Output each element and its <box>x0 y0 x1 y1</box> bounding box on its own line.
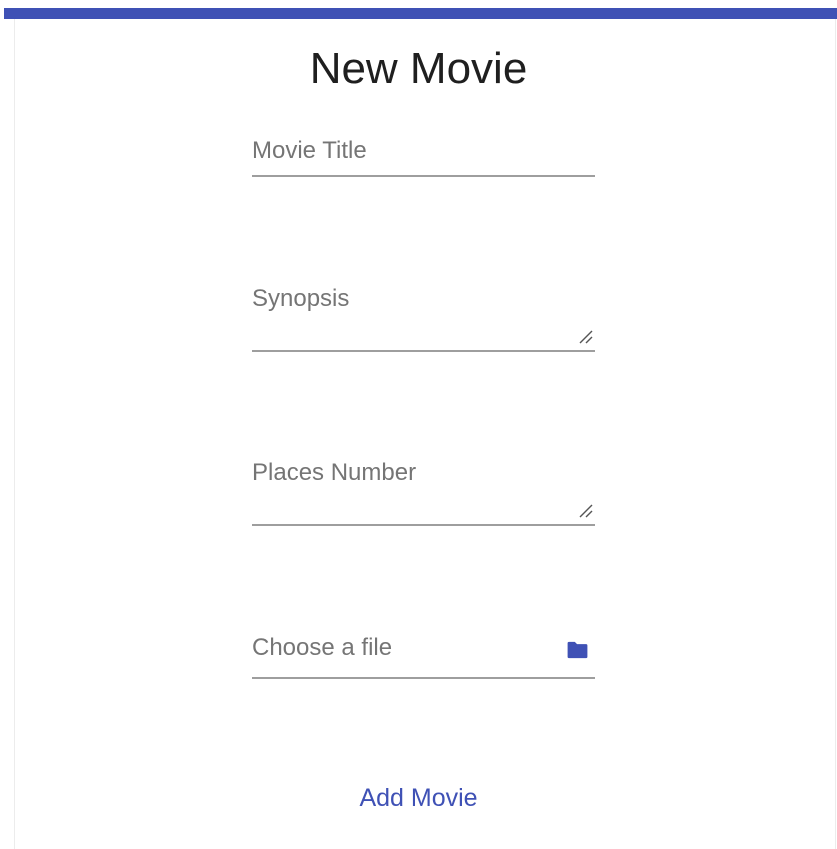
synopsis-resize-handle[interactable] <box>577 328 593 344</box>
synopsis-underline <box>252 350 595 352</box>
synopsis-field[interactable]: Synopsis <box>252 275 595 355</box>
movie-title-input[interactable] <box>252 136 595 170</box>
top-accent-bar <box>4 8 837 19</box>
movie-title-underline <box>252 175 595 177</box>
movie-title-field[interactable]: Movie Title <box>252 130 595 180</box>
file-chooser-label: Choose a file <box>252 634 393 661</box>
file-chooser-underline <box>252 677 595 679</box>
page-title: New Movie <box>309 44 528 93</box>
places-number-underline <box>252 524 595 526</box>
places-number-textarea[interactable] <box>252 457 595 523</box>
add-movie-button[interactable]: Add Movie <box>0 780 837 816</box>
places-number-field[interactable]: Places Number <box>252 449 595 529</box>
file-chooser-field[interactable]: Choose a file <box>252 625 595 685</box>
places-number-resize-handle[interactable] <box>577 502 593 518</box>
synopsis-textarea[interactable] <box>252 283 595 349</box>
folder-icon[interactable] <box>566 641 589 659</box>
